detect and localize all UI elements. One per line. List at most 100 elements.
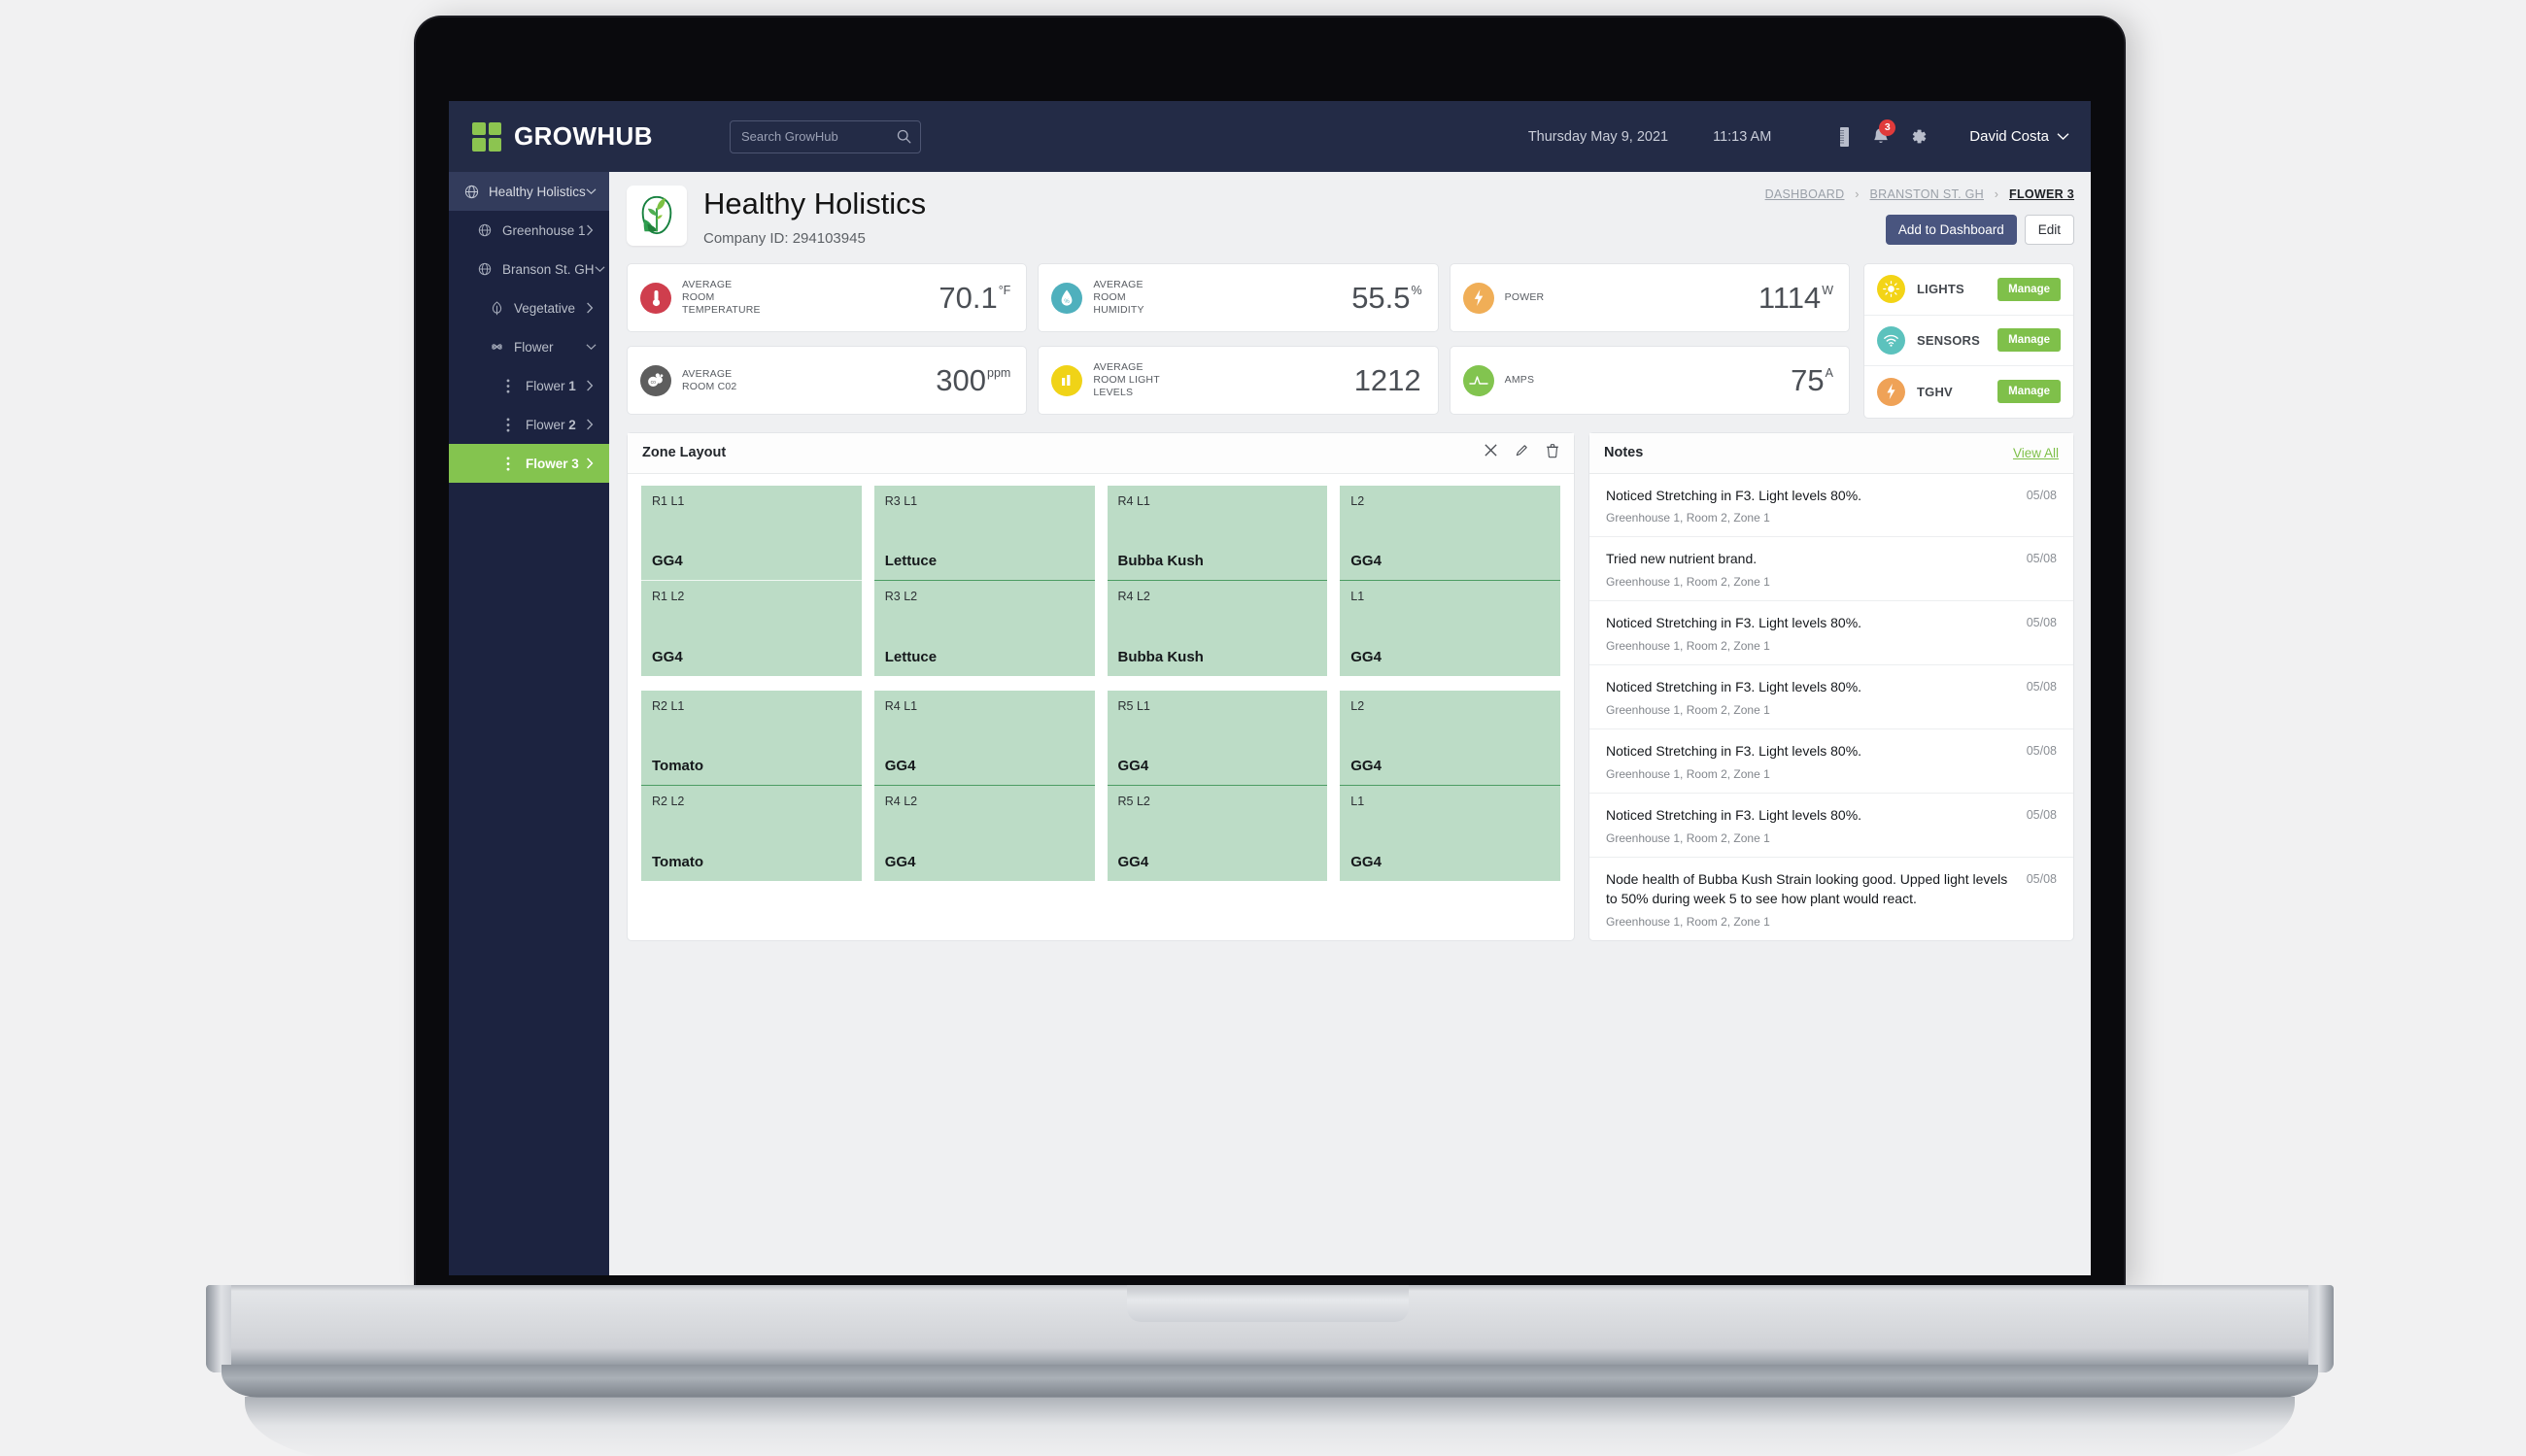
search-input[interactable] [730, 119, 921, 153]
svg-text:%: % [1065, 299, 1071, 305]
zone-cell[interactable]: R5 L1 GG4 [1107, 690, 1328, 786]
metric-value-group: 75 A [1791, 365, 1833, 395]
zone-cell[interactable]: L1 GG4 [1340, 785, 1560, 881]
metric-card-amps[interactable]: AMPS 75 A [1449, 346, 1850, 416]
sidebar-item-healthy-holistics[interactable]: Healthy Holistics [449, 172, 609, 211]
sidebar-item-vegetative[interactable]: Vegetative [449, 288, 609, 327]
zone-cell[interactable]: R2 L2 Tomato [641, 785, 862, 881]
manage-sensors-button[interactable]: Manage [1997, 328, 2061, 353]
brand-logo[interactable]: GROWHUB [472, 121, 730, 152]
sidebar-item-flower-2[interactable]: Flower 2 [449, 405, 609, 444]
zone-column[interactable]: R2 L1 Tomato R2 L2 Tomato [641, 690, 862, 881]
note-location: Greenhouse 1, Room 2, Zone 1 [1606, 703, 1770, 718]
delete-trash-icon[interactable] [1546, 443, 1559, 463]
zone-cell[interactable]: R4 L1 GG4 [873, 690, 1095, 786]
metric-card-temperature[interactable]: AVERAGE ROOM TEMPERATURE 70.1 °F [627, 263, 1028, 333]
manage-lights-button[interactable]: Manage [1997, 277, 2061, 301]
reports-icon[interactable] [1826, 120, 1862, 153]
metric-unit: ppm [987, 366, 1011, 381]
metric-card-humidity[interactable]: % AVERAGE ROOM HUMIDITY 55.5 % [1038, 263, 1439, 333]
add-to-dashboard-button[interactable]: Add to Dashboard [1885, 215, 2017, 245]
edit-pencil-icon[interactable] [1515, 443, 1529, 462]
close-icon[interactable] [1484, 443, 1498, 462]
sidebar-item-label: Flower 2 [526, 417, 576, 432]
device-row-tghv: TGHV Manage [1864, 366, 2073, 418]
sun-icon [1877, 275, 1905, 304]
notifications-button[interactable]: 3 [1862, 119, 1899, 153]
breadcrumb: DASHBOARD › BRANSTON ST. GH › FLOWER 3 [1765, 187, 2074, 201]
zone-column[interactable]: R4 L1 Bubba Kush R4 L2 Bubba Kush [1107, 485, 1328, 676]
sidebar-item-branson-st-gh[interactable]: Branson St. GH [449, 250, 609, 288]
sidebar-item-greenhouse-1[interactable]: Greenhouse 1 [449, 211, 609, 250]
note-item[interactable]: Noticed Stretching in F3. Light levels 8… [1589, 794, 2073, 858]
laptop-reflection [245, 1397, 2295, 1456]
metric-label: AVERAGE ROOM LIGHT LEVELS [1093, 361, 1160, 399]
header-buttons: Add to Dashboard Edit [1765, 215, 2074, 245]
metrics-and-controls: AVERAGE ROOM TEMPERATURE 70.1 °F % AVERA… [627, 263, 2074, 419]
breadcrumb-flower-3[interactable]: FLOWER 3 [2009, 187, 2074, 201]
note-item[interactable]: Noticed Stretching in F3. Light levels 8… [1589, 729, 2073, 794]
zone-column[interactable]: L2 GG4 L1 GG4 [1340, 485, 1560, 676]
zone-cell[interactable]: L2 GG4 [1340, 690, 1560, 786]
zone-cell[interactable]: R3 L1 Lettuce [873, 485, 1095, 581]
note-item[interactable]: Noticed Stretching in F3. Light levels 8… [1589, 601, 2073, 666]
metric-card-power[interactable]: POWER 1114 W [1449, 263, 1850, 333]
sidebar-item-flower-1[interactable]: Flower 1 [449, 366, 609, 405]
note-body: Tried new nutrient brand. Greenhouse 1, … [1606, 550, 2027, 589]
gear-icon[interactable] [1899, 120, 1936, 153]
metric-label: POWER [1504, 291, 1545, 304]
zone-crop-name: Bubba Kush [1117, 648, 1204, 665]
zone-code: L1 [1350, 589, 1365, 603]
sidebar-item-flower[interactable]: Flower [449, 327, 609, 366]
zone-cell[interactable]: R4 L2 Bubba Kush [1107, 580, 1328, 676]
zone-cell[interactable]: R4 L1 Bubba Kush [1107, 485, 1328, 581]
metric-value: 1212 [1353, 363, 1421, 398]
note-item[interactable]: Node health of Bubba Kush Strain looking… [1589, 858, 2073, 940]
zone-cell[interactable]: R1 L1 GG4 [641, 485, 862, 581]
view-all-notes-link[interactable]: View All [2013, 446, 2059, 460]
zone-code: R4 L2 [884, 794, 918, 808]
edit-button[interactable]: Edit [2024, 215, 2074, 245]
zone-column[interactable]: R3 L1 Lettuce R3 L2 Lettuce [873, 485, 1095, 676]
note-item[interactable]: Tried new nutrient brand. Greenhouse 1, … [1589, 537, 2073, 602]
zone-cell[interactable]: R4 L2 GG4 [873, 785, 1095, 881]
bar-chart-icon [1051, 364, 1083, 396]
notes-header: Notes View All [1589, 432, 2073, 474]
sidebar-item-label: Flower [514, 339, 554, 355]
notes-list[interactable]: Noticed Stretching in F3. Light levels 8… [1589, 474, 2073, 940]
zone-cell[interactable]: R3 L2 Lettuce [873, 580, 1095, 676]
metric-card-co2[interactable]: co AVERAGE ROOM C02 300 ppm [627, 346, 1028, 416]
metric-value: 70.1 [939, 281, 998, 316]
zone-cell[interactable]: R5 L2 GG4 [1107, 785, 1328, 881]
sidebar-item-label: Flower 3 [526, 456, 579, 471]
zone-cell[interactable]: L1 GG4 [1340, 580, 1560, 676]
metric-card-light-levels[interactable]: AVERAGE ROOM LIGHT LEVELS 1212 [1038, 346, 1439, 416]
screenshot-stage: GROWHUB Thursday May 9, 2021 11:13 AM [0, 0, 2526, 1456]
zone-cell[interactable]: R2 L1 Tomato [641, 690, 862, 786]
metric-label: AMPS [1504, 374, 1535, 387]
zone-code: R3 L1 [884, 493, 918, 508]
breadcrumb-branston-st-gh[interactable]: BRANSTON ST. GH [1870, 187, 1984, 201]
zone-layout-tools [1484, 443, 1559, 463]
zone-column[interactable]: L2 GG4 L1 GG4 [1340, 690, 1560, 881]
zone-cell[interactable]: R1 L2 GG4 [641, 580, 862, 676]
zone-cell[interactable]: L2 GG4 [1340, 485, 1560, 581]
zone-column[interactable]: R1 L1 GG4 R1 L2 GG4 [641, 485, 862, 676]
zone-column[interactable]: R5 L1 GG4 R5 L2 GG4 [1107, 690, 1328, 881]
note-text: Noticed Stretching in F3. Light levels 8… [1606, 615, 1862, 631]
manage-tghv-button[interactable]: Manage [1997, 380, 2061, 404]
page-header: Healthy Holistics Company ID: 294103945 … [627, 186, 2074, 247]
search-container[interactable] [730, 119, 921, 153]
user-menu[interactable]: David Costa [1969, 128, 2069, 145]
chevron-down-icon [2057, 133, 2069, 140]
svg-text:co: co [651, 381, 657, 387]
note-item[interactable]: Noticed Stretching in F3. Light levels 8… [1589, 665, 2073, 730]
sidebar-item-flower-3[interactable]: Flower 3 [449, 444, 609, 483]
note-text: Node health of Bubba Kush Strain looking… [1606, 870, 2008, 906]
zone-column[interactable]: R4 L1 GG4 R4 L2 GG4 [873, 690, 1095, 881]
metric-unit: W [1822, 284, 1833, 298]
sidebar-item-label: Flower 1 [526, 378, 576, 393]
breadcrumb-dashboard[interactable]: DASHBOARD [1765, 187, 1845, 201]
note-item[interactable]: Noticed Stretching in F3. Light levels 8… [1589, 474, 2073, 538]
thermometer-icon [640, 282, 671, 314]
